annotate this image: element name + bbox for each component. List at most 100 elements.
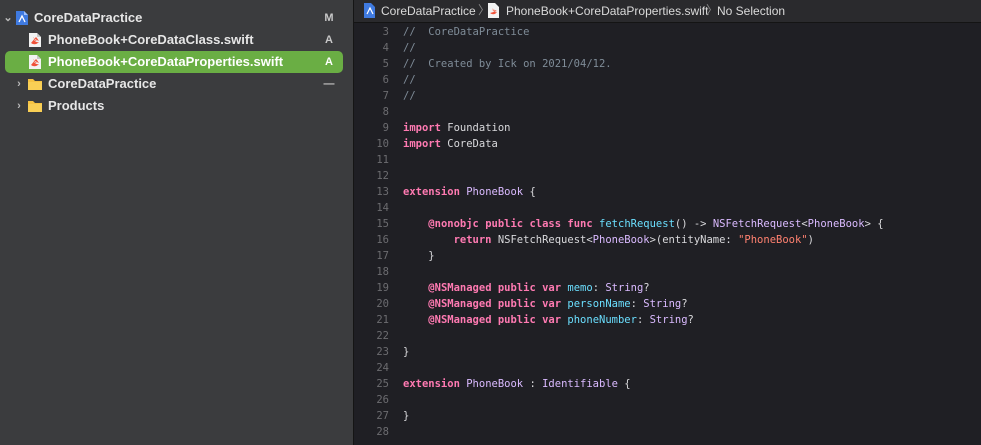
code-token: var [542, 282, 562, 294]
line-number: 17 [376, 250, 389, 262]
code-token: String [605, 282, 644, 294]
line-number: 25 [376, 378, 389, 390]
nav-item-products-folder[interactable]: › Products [0, 95, 353, 117]
code-line[interactable]: 12 [354, 168, 981, 184]
code-line[interactable]: 5 // Created by Ick on 2021/04/12. [354, 56, 981, 72]
code-line[interactable]: 22 [354, 328, 981, 344]
code-token: String [643, 298, 682, 310]
code-token: public [485, 218, 524, 230]
code-token: PhoneBook [466, 186, 524, 198]
nav-item-label: PhoneBook+CoreDataClass.swift [48, 32, 254, 47]
nav-item-coredataproperties-file[interactable]: PhoneBook+CoreDataProperties.swift A [0, 51, 353, 73]
swift-file-icon [29, 55, 41, 69]
code-token: Foundation [440, 122, 511, 134]
code-token: personName [567, 298, 631, 310]
code-line[interactable]: 10 import CoreData [354, 136, 981, 152]
line-number: 13 [376, 186, 389, 198]
jump-bar: CoreDataPractice 〉 PhoneBook+CoreDataPro… [354, 0, 981, 23]
code-line[interactable]: 8 [354, 104, 981, 120]
breadcrumb-selection[interactable]: No Selection [717, 4, 785, 18]
code-text: @NSManaged public var memo: String? [403, 280, 649, 296]
code-line[interactable]: 21 @NSManaged public var phoneNumber: St… [354, 312, 981, 328]
code-line[interactable]: 14 [354, 200, 981, 216]
code-line[interactable]: 9 import Foundation [354, 120, 981, 136]
code-line[interactable]: 24 [354, 360, 981, 376]
code-token: class [529, 218, 562, 230]
nav-item-label: PhoneBook+CoreDataProperties.swift [48, 54, 284, 69]
line-number: 11 [376, 154, 389, 166]
code-line[interactable]: 26 [354, 392, 981, 408]
code-line[interactable]: 28 [354, 424, 981, 440]
code-token: ) [807, 234, 814, 246]
code-token: ? [687, 314, 694, 326]
line-number: 15 [376, 218, 389, 230]
code-line[interactable]: 27} [354, 408, 981, 424]
status-badge: — [323, 78, 335, 90]
project-navigator: ⌄ CoreDataPractice M PhoneBook+CoreDataC… [0, 0, 353, 445]
code-token: public [497, 314, 536, 326]
code-text: // [403, 72, 416, 88]
code-token: Identifiable [542, 378, 618, 390]
code-line[interactable]: 16 return NSFetchRequest<PhoneBook>(enti… [354, 232, 981, 248]
code-token: } [403, 410, 410, 422]
code-token: "PhoneBook" [738, 234, 808, 246]
code-line[interactable]: 25 extension PhoneBook : Identifiable { [354, 376, 981, 392]
code-token: extension [403, 186, 460, 198]
nav-item-coredatapractice-folder[interactable]: › CoreDataPractice — [0, 73, 353, 95]
code-token: // [403, 74, 416, 86]
code-line[interactable]: 7 // [354, 88, 981, 104]
code-token: : [636, 314, 650, 326]
code-token: // Created by Ick on 2021/04/12. [403, 58, 612, 70]
line-number: 7 [382, 90, 389, 102]
code-line[interactable]: 13 extension PhoneBook { [354, 184, 981, 200]
code-text: import Foundation [403, 120, 510, 136]
line-number: 8 [382, 106, 389, 118]
code-text: // CoreDataPractice [403, 24, 529, 40]
code-text: @nonobjc public class func fetchRequest(… [403, 216, 884, 232]
code-line[interactable]: 15 @nonobjc public class func fetchReque… [354, 216, 981, 232]
status-badge: M [324, 12, 334, 24]
code-token: ? [681, 298, 688, 310]
code-line[interactable]: 17 } [354, 248, 981, 264]
code-token: : [523, 378, 543, 390]
line-number: 12 [376, 170, 389, 182]
code-token: @nonobjc [428, 218, 479, 230]
code-text: } [403, 248, 434, 264]
nav-item-coredataclass-file[interactable]: PhoneBook+CoreDataClass.swift A [0, 29, 353, 51]
code-line[interactable]: 19 @NSManaged public var memo: String? [354, 280, 981, 296]
line-number: 21 [376, 314, 389, 326]
chevron-down-icon[interactable]: ⌄ [2, 11, 14, 25]
code-token: > { [864, 218, 884, 230]
breadcrumb-project[interactable]: CoreDataPractice [381, 4, 476, 18]
line-number: 27 [376, 410, 389, 422]
code-text: @NSManaged public var personName: String… [403, 296, 688, 312]
line-number: 4 [382, 42, 389, 54]
code-text: // [403, 88, 416, 104]
chevron-right-icon[interactable]: › [13, 99, 25, 113]
source-editor[interactable]: 3 // CoreDataPractice 4 // 5 // Created by Ic… [354, 23, 981, 445]
code-text: return NSFetchRequest<PhoneBook>(entityN… [403, 232, 814, 248]
code-line[interactable]: 20 @NSManaged public var personName: Str… [354, 296, 981, 312]
nav-item-project[interactable]: ⌄ CoreDataPractice M [0, 7, 353, 29]
line-number: 16 [376, 234, 389, 246]
line-number: 5 [382, 58, 389, 70]
code-token: public [497, 282, 536, 294]
code-line[interactable]: 3 // CoreDataPractice [354, 24, 981, 40]
code-token: extension [403, 378, 460, 390]
code-text: import CoreData [403, 136, 498, 152]
code-text: } [403, 408, 409, 424]
code-token: CoreData [440, 138, 498, 150]
chevron-right-icon[interactable]: › [13, 77, 25, 91]
code-line[interactable]: 11 [354, 152, 981, 168]
code-line[interactable]: 18 [354, 264, 981, 280]
code-line[interactable]: 23} [354, 344, 981, 360]
code-line[interactable]: 4 // [354, 40, 981, 56]
code-token: // CoreDataPractice [403, 26, 530, 38]
code-text: extension PhoneBook : Identifiable { [403, 376, 631, 392]
code-text: @NSManaged public var phoneNumber: Strin… [403, 312, 694, 328]
code-line[interactable]: 6 // [354, 72, 981, 88]
breadcrumb-file[interactable]: PhoneBook+CoreDataProperties.swift [506, 4, 708, 18]
